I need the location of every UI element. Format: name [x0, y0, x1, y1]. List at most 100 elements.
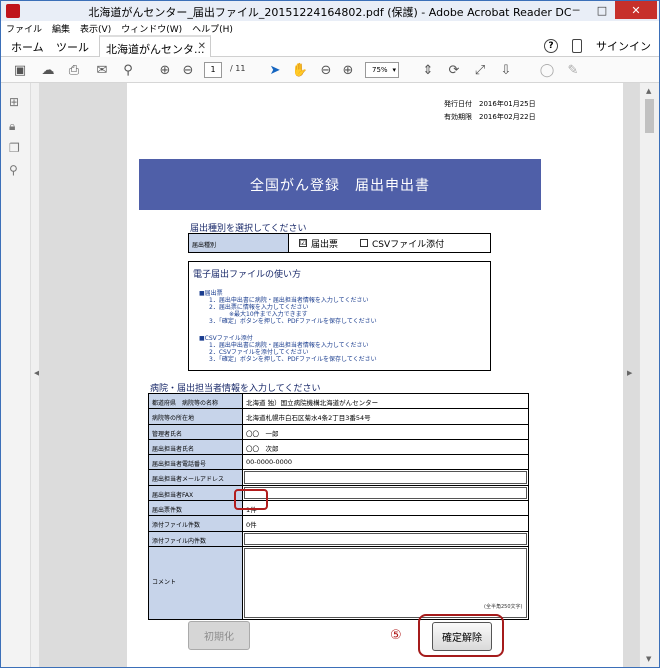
- menu-file[interactable]: ファイル: [1, 21, 47, 35]
- hand-tool-icon[interactable]: ✋: [291, 61, 309, 79]
- hospital-name-field[interactable]: 北海道 独）国立病院機構北海道がんセンター: [243, 394, 528, 408]
- close-button[interactable]: ✕: [615, 1, 657, 19]
- form-row: 届出担当者電話番号 00-0000-0000: [149, 455, 528, 471]
- next-page-icon[interactable]: ⊖: [179, 61, 197, 79]
- attachment-icon[interactable]: ⚲: [9, 163, 23, 177]
- window-title: 北海道がんセンター_届出ファイル_20151224164802.pdf (保護)…: [88, 6, 572, 19]
- field-value: 〇〇 次郎: [246, 444, 279, 453]
- manager-name-field[interactable]: 〇〇 一郎: [243, 425, 528, 439]
- scroll-thumb[interactable]: [645, 99, 654, 133]
- address-field[interactable]: 北海道札幌市白石区菊水4条2丁目3番54号: [243, 409, 528, 423]
- attachment-count-field[interactable]: 0件: [243, 516, 528, 530]
- print-icon[interactable]: ⎙: [65, 61, 83, 79]
- form-row: 届出票件数 1件: [149, 501, 528, 517]
- mobile-link-icon[interactable]: [572, 39, 582, 53]
- field-label: 届出票件数: [149, 501, 243, 516]
- search-icon[interactable]: ⚲: [119, 61, 137, 79]
- field-label: 届出担当者メールアドレス: [149, 470, 243, 485]
- scroll-mode-icon[interactable]: ⇩: [497, 61, 515, 79]
- fit-page-icon[interactable]: ⇕: [419, 61, 437, 79]
- fax-field[interactable]: [243, 486, 528, 500]
- report-checkbox[interactable]: ☑: [299, 239, 307, 247]
- upload-cloud-icon[interactable]: ☁: [39, 61, 57, 79]
- form-banner-title: 全国がん登録 届出申出書: [139, 159, 541, 210]
- tab-bar: ホーム ツール 北海道がんセンタ... ✕ ? サインイン: [1, 35, 659, 57]
- form-row: 届出担当者メールアドレス: [149, 470, 528, 486]
- tab-tools[interactable]: ツール: [56, 39, 89, 55]
- menu-view[interactable]: 表示(V): [75, 21, 116, 35]
- field-label: 病院等の所在地: [149, 409, 243, 424]
- expiry-label: 有効期限: [444, 113, 472, 121]
- usage-title: 電子届出ファイルの使い方: [193, 270, 302, 280]
- phone-field[interactable]: 00-0000-0000: [243, 455, 528, 469]
- contact-name-field[interactable]: 〇〇 次郎: [243, 440, 528, 454]
- full-screen-icon[interactable]: ⤢: [471, 61, 489, 79]
- prev-page-icon[interactable]: ⊕: [156, 61, 174, 79]
- menu-edit[interactable]: 編集: [47, 21, 75, 35]
- usage-instructions-box: 電子届出ファイルの使い方 ■届出票 1．届出申出書に病院・届出担当者情報を入力し…: [188, 261, 491, 371]
- option-csv[interactable]: CSVファイル添付: [338, 234, 444, 252]
- menu-help[interactable]: ヘルプ(H): [187, 21, 238, 35]
- tab-document-label: 北海道がんセンタ...: [106, 43, 205, 56]
- field-label: 管理者氏名: [149, 424, 243, 439]
- email-icon[interactable]: ✉: [93, 61, 111, 79]
- rotate-icon[interactable]: ⟳: [445, 61, 463, 79]
- option-report-label: 届出票: [311, 239, 339, 250]
- field-value: 北海道札幌市白石区菊水4条2丁目3番54号: [246, 414, 371, 423]
- main-toolbar: ▣ ☁ ⎙ ✉ ⚲ ⊕ ⊖ ➤ ✋ ⊖ ⊕ ⇕ ⟳ ⤢ ⇩ ◯ ✎: [1, 57, 659, 83]
- menu-bar: ファイル 編集 表示(V) ウィンドウ(W) ヘルプ(H): [1, 21, 659, 35]
- issue-date: 2016年01月25日: [479, 100, 536, 108]
- field-value: 〇〇 一郎: [246, 429, 279, 438]
- maximize-button[interactable]: □: [589, 1, 615, 19]
- menu-window[interactable]: ウィンドウ(W): [116, 21, 187, 35]
- tab-document[interactable]: 北海道がんセンタ... ✕: [99, 35, 211, 57]
- collapse-right-icon[interactable]: ▶: [627, 369, 632, 377]
- usage-line: 3．「確定」ボタンを押して、PDFファイルを保存してください: [209, 318, 377, 325]
- option-report[interactable]: ☑ 届出票: [289, 234, 338, 252]
- field-label: 添付ファイル内件数: [149, 531, 243, 546]
- form-row: 添付ファイル内件数: [149, 531, 528, 547]
- field-label: 届出担当者電話番号: [149, 455, 243, 470]
- field-value: 0件: [246, 521, 257, 530]
- form-row: 病院等の所在地 北海道札幌市白石区菊水4条2丁目3番54号: [149, 409, 528, 425]
- issue-date-label: 発行日付: [444, 100, 472, 108]
- page-number-input[interactable]: 1: [204, 62, 222, 78]
- page-thumbnails-icon[interactable]: ⊞: [9, 95, 23, 109]
- email-field[interactable]: [243, 470, 528, 484]
- signin-link[interactable]: サインイン: [596, 38, 651, 54]
- close-tab-icon[interactable]: ✕: [198, 41, 206, 52]
- step-marker: ⑤: [390, 628, 402, 643]
- report-count-field[interactable]: 1件: [243, 501, 528, 515]
- scroll-down-icon[interactable]: ▼: [646, 655, 651, 663]
- reset-button[interactable]: 初期化: [188, 621, 250, 650]
- zoom-select[interactable]: 75%: [365, 62, 399, 78]
- report-count-highlight: [234, 489, 268, 510]
- select-cursor-icon[interactable]: ➤: [266, 61, 284, 79]
- title-bar: 北海道がんセンター_届出ファイル_20151224164802.pdf (保護)…: [1, 1, 659, 21]
- attachment-inner-count-field[interactable]: [243, 532, 528, 546]
- type-label: 届出種別: [189, 234, 289, 252]
- help-icon[interactable]: ?: [544, 39, 558, 53]
- zoom-in-icon[interactable]: ⊕: [339, 61, 357, 79]
- hospital-info-form: 都道府県 病院等の名称 北海道 独）国立病院機構北海道がんセンター 病院等の所在地…: [148, 393, 529, 620]
- char-limit-note: (全半角250文字): [484, 604, 523, 610]
- copy-icon[interactable]: ❐: [9, 141, 23, 155]
- highlight-pen-icon[interactable]: ✎: [564, 61, 582, 79]
- form-row: 届出担当者FAX: [149, 485, 528, 502]
- csv-checkbox[interactable]: [360, 239, 369, 247]
- zoom-out-icon[interactable]: ⊖: [317, 61, 335, 79]
- unconfirm-button[interactable]: 確定解除: [432, 622, 492, 651]
- usage-line: 3．「確定」ボタンを押して、PDFファイルを保存してください: [209, 356, 377, 363]
- acrobat-window: 北海道がんセンター_届出ファイル_20151224164802.pdf (保護)…: [0, 0, 660, 668]
- minimize-button[interactable]: ─: [563, 1, 589, 19]
- tab-home[interactable]: ホーム: [11, 39, 44, 55]
- comment-icon[interactable]: ◯: [538, 61, 556, 79]
- expiry-date: 2016年02月22日: [479, 113, 536, 121]
- save-icon[interactable]: ▣: [11, 61, 29, 79]
- lock-icon[interactable]: 🔒︎: [9, 119, 23, 133]
- left-nav-pane: ⊞ 🔒︎ ❐ ⚲: [1, 83, 31, 667]
- form-row: 届出担当者氏名 〇〇 次郎: [149, 439, 528, 456]
- vertical-scrollbar[interactable]: ▲ ▼: [639, 83, 659, 667]
- field-label: 都道府県 病院等の名称: [149, 394, 243, 409]
- scroll-up-icon[interactable]: ▲: [646, 87, 651, 95]
